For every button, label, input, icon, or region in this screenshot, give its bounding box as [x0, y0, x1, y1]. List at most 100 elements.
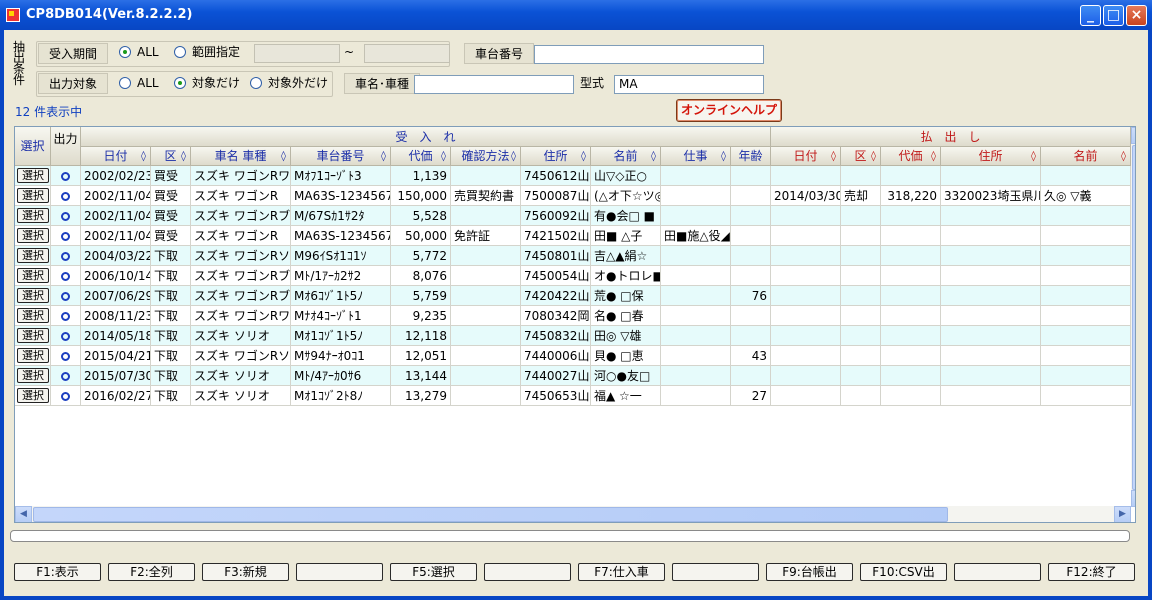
cell-car: スズキ ワゴンR [191, 186, 291, 206]
column-header-in-4[interactable]: 代価 ◊ [391, 147, 451, 166]
column-header-in-5[interactable]: 確認方法 ◊ [451, 147, 521, 166]
range-to-field[interactable] [364, 44, 450, 63]
cell-o_price: 318,220 [881, 186, 941, 206]
range-from-field[interactable] [254, 44, 340, 63]
fkey-button-3[interactable]: F3:新規 [202, 563, 289, 581]
cell-o_kubun [841, 346, 881, 366]
sort-icon: ◊ [1121, 151, 1126, 162]
column-header-label: 名前 [1073, 149, 1098, 163]
fkey-button-7[interactable]: F7:仕入車 [578, 563, 665, 581]
cell-o_price [881, 326, 941, 346]
cell-date: 2015/07/30 [81, 366, 151, 386]
row-select-button[interactable]: 選択 [17, 348, 49, 363]
row-select-button[interactable]: 選択 [17, 328, 49, 343]
cell-o_date [771, 286, 841, 306]
column-header-out-0[interactable]: 日付 ◊ [771, 147, 841, 166]
cell-kubun: 下取 [151, 286, 191, 306]
row-select-button[interactable]: 選択 [17, 368, 49, 383]
row-select-button[interactable]: 選択 [17, 168, 49, 183]
sort-icon: ◊ [381, 151, 386, 162]
cell-o_date [771, 266, 841, 286]
cell-o_addr [941, 306, 1041, 326]
fkey-button-9[interactable]: F9:台帳出 [766, 563, 853, 581]
maximize-button[interactable]: □ [1103, 5, 1124, 26]
cell-price: 50,000 [391, 226, 451, 246]
data-grid[interactable]: 選択 出力受 入 れ払 出 し日付 ◊ 区 ◊ 車名 車種 ◊ 車台番号 ◊ 代価 ◊ 確認方法 ◊ 住所… [14, 126, 1136, 523]
column-header-in-3[interactable]: 車台番号 ◊ [291, 147, 391, 166]
row-select-button[interactable]: 選択 [17, 288, 49, 303]
fkey-button-6[interactable] [484, 563, 571, 581]
cell-o_addr [941, 286, 1041, 306]
cell-o_date [771, 166, 841, 186]
column-header-in-0[interactable]: 日付 ◊ [81, 147, 151, 166]
column-header-in-6[interactable]: 住所 ◊ [521, 147, 591, 166]
period-range-radio[interactable] [174, 46, 186, 58]
period-all-label[interactable]: ALL [137, 42, 159, 63]
column-header-out-2[interactable]: 代価 ◊ [881, 147, 941, 166]
column-header-in-1[interactable]: 区 ◊ [151, 147, 191, 166]
cell-name: 山▽◇正○ [591, 166, 661, 186]
cell-car: スズキ ワゴンRブラ [191, 206, 291, 226]
row-select-button[interactable]: 選択 [17, 188, 49, 203]
output-header: 出力 [51, 127, 81, 166]
row-select-button[interactable]: 選択 [17, 248, 49, 263]
cell-o_price [881, 366, 941, 386]
output-non-label[interactable]: 対象外だけ [268, 73, 328, 94]
output-non-radio[interactable] [250, 77, 262, 89]
row-select-button[interactable]: 選択 [17, 308, 49, 323]
close-button[interactable]: × [1126, 5, 1147, 26]
scroll-down-arrow[interactable]: ▼ [1131, 490, 1135, 507]
period-all-radio[interactable] [119, 46, 131, 58]
output-mark-icon [61, 352, 70, 361]
output-all-label[interactable]: ALL [137, 73, 159, 94]
row-select-button[interactable]: 選択 [17, 268, 49, 283]
model-input[interactable]: MA [614, 75, 764, 94]
sort-icon: ◊ [931, 151, 936, 162]
column-header-out-3[interactable]: 住所 ◊ [941, 147, 1041, 166]
scroll-left-arrow[interactable]: ◀ [15, 506, 32, 522]
cell-o_date [771, 366, 841, 386]
cell-o_addr [941, 246, 1041, 266]
vertical-scroll-thumb[interactable] [1132, 145, 1135, 490]
vertical-scrollbar[interactable]: ▲ ▼ [1131, 127, 1135, 507]
scroll-right-arrow[interactable]: ▶ [1114, 506, 1131, 522]
scroll-up-arrow[interactable]: ▲ [1131, 127, 1135, 144]
column-header-out-1[interactable]: 区 ◊ [841, 147, 881, 166]
cell-chassis: Mﾄ/4ｱｰｶ0ｻ6 [291, 366, 391, 386]
sort-icon: ◊ [721, 151, 726, 162]
row-select-button[interactable]: 選択 [17, 208, 49, 223]
output-all-radio[interactable] [119, 77, 131, 89]
fkey-button-4[interactable] [296, 563, 383, 581]
horizontal-scrollbar[interactable]: ◀ ▶ [15, 506, 1131, 522]
column-header-in-8[interactable]: 仕事 ◊ [661, 147, 731, 166]
cell-kubun: 下取 [151, 246, 191, 266]
cell-o_price [881, 266, 941, 286]
row-select-button[interactable]: 選択 [17, 228, 49, 243]
cell-o_price [881, 386, 941, 406]
column-header-in-9[interactable]: 年齢 [731, 147, 771, 166]
fkey-button-10[interactable]: F10:CSV出 [860, 563, 947, 581]
online-help-button[interactable]: オンラインヘルプ [676, 99, 782, 122]
column-header-out-4[interactable]: 名前 ◊ [1041, 147, 1131, 166]
fkey-button-2[interactable]: F2:全列 [108, 563, 195, 581]
output-target-label[interactable]: 対象だけ [192, 73, 240, 94]
period-range-label[interactable]: 範囲指定 [192, 42, 240, 63]
chassis-label: 車台番号 [464, 43, 535, 64]
fkey-button-1[interactable]: F1:表示 [14, 563, 101, 581]
cell-confirm: 免許証 [451, 226, 521, 246]
column-header-in-7[interactable]: 名前 ◊ [591, 147, 661, 166]
fkey-button-5[interactable]: F5:選択 [390, 563, 477, 581]
output-target-radio[interactable] [174, 77, 186, 89]
horizontal-scroll-thumb[interactable] [33, 507, 948, 522]
minimize-button[interactable]: _ [1080, 5, 1101, 26]
fkey-button-11[interactable] [954, 563, 1041, 581]
row-select-button[interactable]: 選択 [17, 388, 49, 403]
cell-age [731, 246, 771, 266]
cell-price: 8,076 [391, 266, 451, 286]
fkey-button-8[interactable] [672, 563, 759, 581]
fkey-button-12[interactable]: F12:終了 [1048, 563, 1135, 581]
carname-input[interactable] [414, 75, 574, 94]
chassis-input[interactable] [534, 45, 764, 64]
cell-name: 田◎ ▽雄 [591, 326, 661, 346]
column-header-in-2[interactable]: 車名 車種 ◊ [191, 147, 291, 166]
